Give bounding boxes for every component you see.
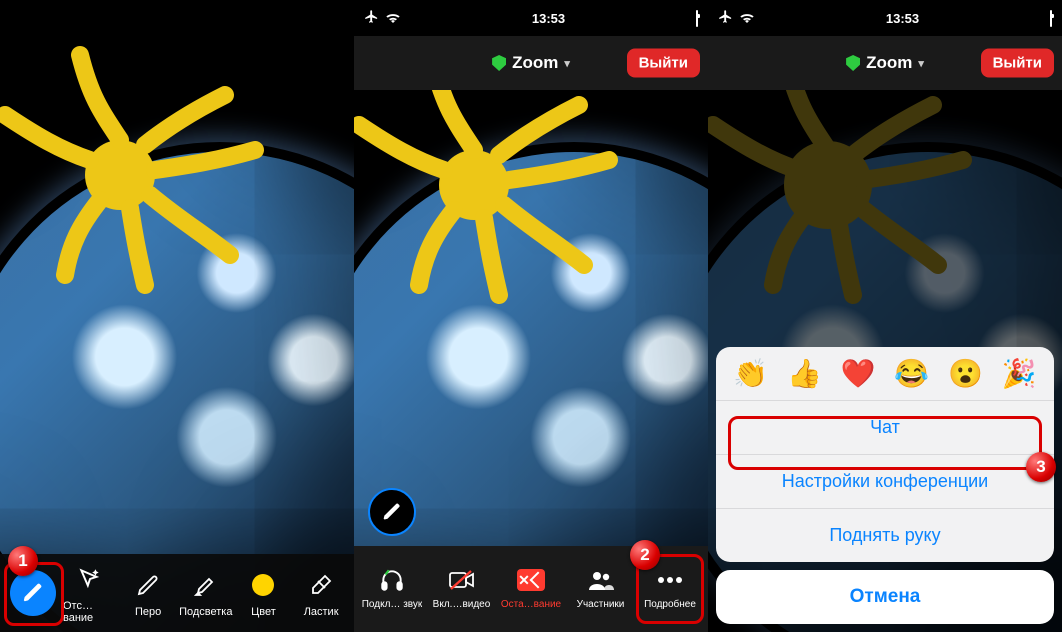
annotate-toggle-button[interactable] xyxy=(368,488,416,536)
chevron-down-icon: ▾ xyxy=(564,57,570,70)
phone-screen-3: 13:53 Zoom ▾ Выйти xyxy=(708,0,1062,632)
pen-button[interactable]: Перо xyxy=(121,568,176,618)
clock: 13:53 xyxy=(886,11,919,26)
participants-button[interactable]: Участники xyxy=(569,565,633,610)
color-label: Цвет xyxy=(251,606,276,618)
clock: 13:53 xyxy=(532,11,565,26)
earth-image xyxy=(0,94,354,632)
stop-share-label: Оста…вание xyxy=(501,599,561,610)
battery-icon xyxy=(1050,11,1052,26)
more-button[interactable]: Подробнее xyxy=(638,565,702,610)
wifi-icon xyxy=(385,11,401,26)
headphones-icon xyxy=(377,565,407,595)
video-off-icon xyxy=(447,565,477,595)
sparkle-cursor-icon xyxy=(73,562,107,596)
badge-3: 3 xyxy=(1026,452,1056,482)
reaction-clap[interactable]: 👏 xyxy=(733,357,768,390)
audio-label: Подкл… звук xyxy=(362,599,423,610)
meeting-settings-option[interactable]: Настройки конференции xyxy=(716,454,1054,508)
raise-hand-option[interactable]: Поднять руку xyxy=(716,508,1054,562)
highlight-button[interactable]: Подсветка xyxy=(178,568,233,618)
pen-icon xyxy=(131,568,165,602)
action-sheet-group: 👏 👍 ❤️ 😂 😮 🎉 Чат Настройки конференции П… xyxy=(716,347,1054,562)
leave-button[interactable]: Выйти xyxy=(981,49,1054,78)
stop-share-button[interactable]: ✕ Оста…вание xyxy=(499,565,563,610)
reaction-wow[interactable]: 😮 xyxy=(948,357,983,390)
color-swatch-icon xyxy=(246,568,280,602)
annotate-pencil-button[interactable] xyxy=(5,570,60,616)
shared-content xyxy=(0,0,354,632)
airplane-icon xyxy=(718,9,733,27)
chevron-down-icon: ▾ xyxy=(918,57,924,70)
tracking-button[interactable]: Отс…вание xyxy=(63,562,118,624)
tracking-label: Отс…вание xyxy=(63,600,118,624)
airplane-icon xyxy=(364,9,379,27)
reaction-laugh[interactable]: 😂 xyxy=(894,357,929,390)
more-label: Подробнее xyxy=(644,599,696,610)
leave-button[interactable]: Выйти xyxy=(627,49,700,78)
phone-screen-2: 13:53 Zoom ▾ Выйти xyxy=(354,0,708,632)
stop-share-icon: ✕ xyxy=(516,565,546,595)
shared-content xyxy=(354,0,708,632)
zoom-title[interactable]: Zoom ▾ xyxy=(492,53,570,73)
color-button[interactable]: Цвет xyxy=(236,568,291,618)
zoom-title[interactable]: Zoom ▾ xyxy=(846,53,924,73)
highlighter-icon xyxy=(189,568,223,602)
cancel-option[interactable]: Отмена xyxy=(716,570,1054,624)
status-bar: 13:53 xyxy=(708,0,1062,36)
reaction-party[interactable]: 🎉 xyxy=(1002,357,1037,390)
participants-label: Участники xyxy=(577,599,625,610)
phone-screen-1: Отс…вание Перо Подсветка Цвет Ластик 1 xyxy=(0,0,354,632)
more-icon xyxy=(655,565,685,595)
reaction-heart[interactable]: ❤️ xyxy=(841,357,876,390)
status-bar: 13:53 xyxy=(354,0,708,36)
zoom-header: Zoom ▾ Выйти xyxy=(354,36,708,90)
chat-option[interactable]: Чат xyxy=(716,400,1054,454)
reactions-row: 👏 👍 ❤️ 😂 😮 🎉 xyxy=(716,347,1054,400)
action-sheet: 👏 👍 ❤️ 😂 😮 🎉 Чат Настройки конференции П… xyxy=(716,347,1054,624)
pencil-icon xyxy=(10,570,56,616)
badge-2: 2 xyxy=(630,540,660,570)
shield-icon xyxy=(492,55,506,71)
audio-button[interactable]: Подкл… звук xyxy=(360,565,424,610)
eraser-icon xyxy=(304,568,338,602)
annotation-toolbar: Отс…вание Перо Подсветка Цвет Ластик xyxy=(0,554,354,632)
eraser-label: Ластик xyxy=(304,606,339,618)
eraser-button[interactable]: Ластик xyxy=(294,568,349,618)
video-button[interactable]: Вкл.…видео xyxy=(430,565,494,610)
pen-label: Перо xyxy=(135,606,161,618)
shield-icon xyxy=(846,55,860,71)
zoom-label: Zoom xyxy=(866,53,912,73)
participants-icon xyxy=(586,565,616,595)
badge-1: 1 xyxy=(8,546,38,576)
wifi-icon xyxy=(739,11,755,26)
battery-icon xyxy=(696,11,698,26)
highlight-label: Подсветка xyxy=(179,606,232,618)
reaction-thumb[interactable]: 👍 xyxy=(787,357,822,390)
zoom-header: Zoom ▾ Выйти xyxy=(708,36,1062,90)
video-label: Вкл.…видео xyxy=(433,599,491,610)
zoom-label: Zoom xyxy=(512,53,558,73)
